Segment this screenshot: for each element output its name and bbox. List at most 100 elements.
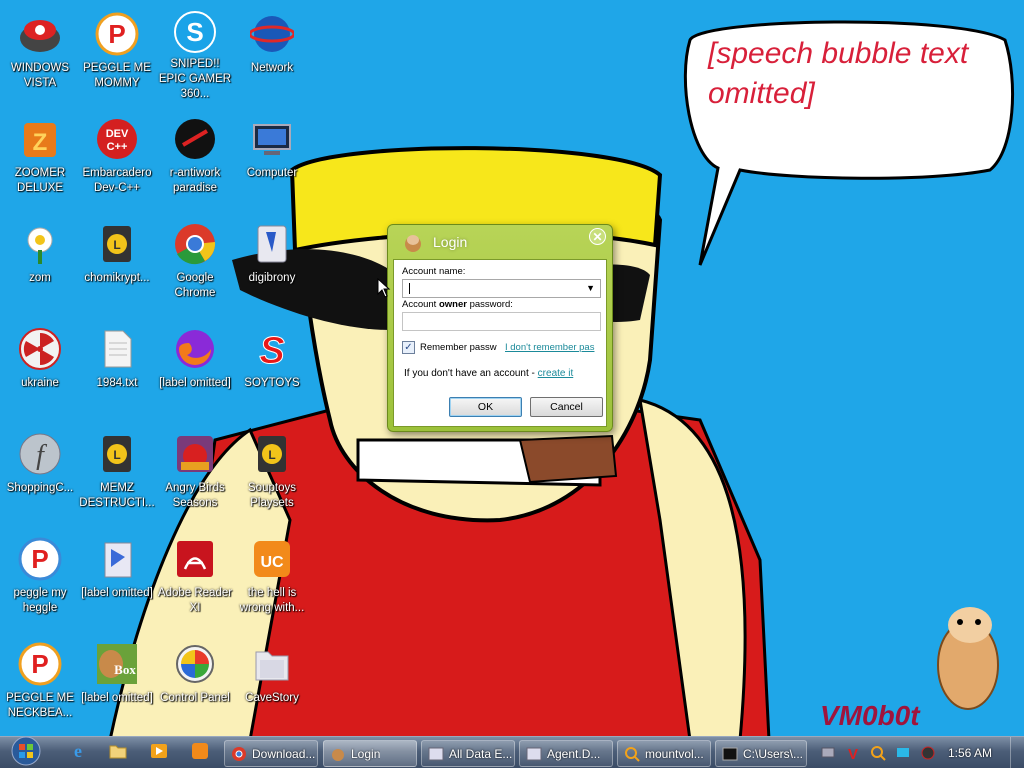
antivirus-tray-icon[interactable]: V — [844, 744, 862, 762]
desktop-icon-control-panel[interactable]: Control Panel — [155, 632, 235, 732]
desktop-icon-peggle-me-neckbea[interactable]: P PEGGLE ME NECKBEA... — [0, 632, 80, 732]
forgot-password-link[interactable]: I don't remember pas — [505, 342, 605, 353]
network-tray-icon[interactable] — [819, 744, 837, 762]
desktop-icon-label: digibrony — [248, 272, 296, 284]
cancel-button[interactable]: Cancel — [530, 397, 603, 417]
desktop-icon-label: CaveStory — [245, 692, 299, 704]
quicklaunch-uc-browser[interactable] — [189, 742, 211, 764]
account-name-combobox[interactable]: ▼ — [402, 279, 601, 298]
desktop-icon-1984-txt[interactable]: 1984.txt — [77, 317, 157, 417]
taskbar-button-label: Login — [351, 746, 381, 761]
desktop-icon-soytoys[interactable]: S SOYTOYS — [232, 317, 312, 417]
desktop-icon-label: SNIPED!! EPIC GAMER 360... — [158, 58, 232, 100]
angry-birds-icon — [171, 430, 219, 478]
chrome-icon — [231, 746, 247, 762]
peggle-icon: P — [93, 10, 141, 58]
login-titlebar[interactable]: Login — [388, 225, 612, 259]
magnifier-icon — [624, 746, 640, 762]
desktop-icon-google-chrome[interactable]: Google Chrome — [155, 212, 235, 312]
desktop-icon-chomikrypt[interactable]: L chomikrypt... — [77, 212, 157, 312]
media-folder-icon — [93, 535, 141, 583]
hamster-icon — [402, 231, 424, 253]
taskbar-button-download[interactable]: Download... — [224, 740, 318, 767]
wallpaper-signature: VM0b0t — [820, 700, 920, 731]
vista-icon — [16, 10, 64, 58]
desktop-icon-label: Angry Birds Seasons — [165, 482, 225, 509]
desktop-icon-label: Network — [250, 62, 294, 74]
ok-button[interactable]: OK — [449, 397, 522, 417]
desktop-icon-antiwork[interactable]: r-antiwork paradise — [155, 107, 235, 207]
show-desktop-button[interactable] — [1010, 737, 1024, 768]
taskbar-button-cmd[interactable]: C:\Users\... — [715, 740, 807, 767]
taskbar-button-label: C:\Users\... — [743, 746, 804, 761]
uc-browser-icon: UC — [248, 535, 296, 583]
desktop-icon-media-folder[interactable]: [label omitted] — [77, 527, 157, 627]
taskbar-button-label: Download... — [252, 746, 316, 761]
desktop-icon-peggle-my-heggle[interactable]: P peggle my heggle — [0, 527, 80, 627]
network-icon — [248, 10, 296, 58]
desktop-icon-windows-vista[interactable]: WINDOWS VISTA — [0, 2, 80, 102]
desktop-icon-digibrony[interactable]: digibrony — [232, 212, 312, 312]
desktop-icon-peggle-me-mommy[interactable]: P PEGGLE ME MOMMY — [77, 2, 157, 102]
desktop-icon-computer[interactable]: Computer — [232, 107, 312, 207]
firefox-icon — [171, 325, 219, 373]
quicklaunch-internet-explorer[interactable]: e — [67, 741, 89, 764]
close-button[interactable]: ✕ — [589, 228, 606, 245]
hamster-icon — [330, 746, 346, 762]
cmd-icon — [722, 746, 738, 762]
speaker-tray-icon[interactable] — [919, 744, 937, 762]
start-button[interactable] — [6, 736, 46, 768]
svg-text:S: S — [259, 330, 284, 371]
desktop-icon-label: Adobe Reader XI — [157, 587, 233, 614]
desktop-icon-zom[interactable]: zom — [0, 212, 80, 312]
svg-text:DEV: DEV — [106, 128, 129, 140]
desktop-icon-firefox[interactable]: [label omitted] — [155, 317, 235, 417]
desktop-icon-ukraine[interactable]: ukraine — [0, 317, 80, 417]
digibrony-icon — [248, 220, 296, 268]
chevron-down-icon[interactable]: ▼ — [586, 283, 595, 293]
remember-password-label: Remember passw — [420, 342, 497, 353]
desktop-icon-cavestory[interactable]: CaveStory — [232, 632, 312, 732]
taskbar-clock[interactable]: 1:56 AM — [948, 746, 992, 760]
quicklaunch-explorer[interactable] — [107, 742, 129, 764]
desktop-icon-devcpp[interactable]: DEV C++ Embarcadero Dev-C++ — [77, 107, 157, 207]
desktop-icon-label: r-antiwork paradise — [169, 167, 221, 194]
desktop-icon-adobe-reader[interactable]: Adobe Reader XI — [155, 527, 235, 627]
window-icon — [428, 746, 444, 762]
taskbar-button-label: Agent.D... — [547, 746, 601, 761]
media-player-icon — [150, 742, 168, 765]
close-icon: ✕ — [592, 229, 603, 244]
memz-icon: L — [93, 430, 141, 478]
quicklaunch-media-player[interactable] — [148, 742, 170, 764]
zoomer-icon: Z — [16, 115, 64, 163]
desktop-icon-network[interactable]: Network — [232, 2, 312, 102]
taskbar-button-login[interactable]: Login — [323, 740, 417, 767]
taskbar-button-all-data[interactable]: All Data E... — [421, 740, 515, 767]
taskbar-button-mountvol[interactable]: mountvol... — [617, 740, 711, 767]
desktop-icon-label: chomikrypt... — [84, 272, 150, 284]
desktop-icon-hamster-box[interactable]: Box [label omitted] — [77, 632, 157, 732]
text-file-icon — [93, 325, 141, 373]
taskbar-button-agent[interactable]: Agent.D... — [519, 740, 613, 767]
desktop-icon-uc-browser[interactable]: UC the hell is wrong with... — [232, 527, 312, 627]
search-tray-icon[interactable] — [869, 744, 887, 762]
desktop-icon-memz[interactable]: L MEMZ DESTRUCTI... — [77, 422, 157, 522]
svg-text:L: L — [113, 238, 120, 252]
desktop-icon-souptoys[interactable]: L Souptoys Playsets — [232, 422, 312, 522]
desktop-icon-zoomer-deluxe[interactable]: Z ZOOMER DELUXE — [0, 107, 80, 207]
remember-password-checkbox[interactable]: ✓ — [402, 341, 415, 354]
desktop-icon-sniped[interactable]: S SNIPED!! EPIC GAMER 360... — [155, 2, 235, 102]
password-field[interactable] — [402, 312, 601, 331]
desktop-icon-shoppingc[interactable]: f ShoppingC... — [0, 422, 80, 522]
monitor-tray-icon[interactable] — [894, 744, 912, 762]
soytoys-icon: S — [248, 325, 296, 373]
login-dialog: Login ✕ Account name: ▼ Account owner pa… — [387, 224, 613, 432]
desktop-icon-label: ZOOMER DELUXE — [14, 167, 66, 194]
control-panel-icon — [171, 640, 219, 688]
desktop-icon-angry-birds[interactable]: Angry Birds Seasons — [155, 422, 235, 522]
create-account-link[interactable]: create it — [538, 368, 574, 379]
desktop-icon-label: SOYTOYS — [244, 377, 300, 389]
desktop-icon-label: ShoppingC... — [6, 482, 74, 494]
computer-icon — [248, 115, 296, 163]
svg-text:Box: Box — [114, 662, 136, 677]
